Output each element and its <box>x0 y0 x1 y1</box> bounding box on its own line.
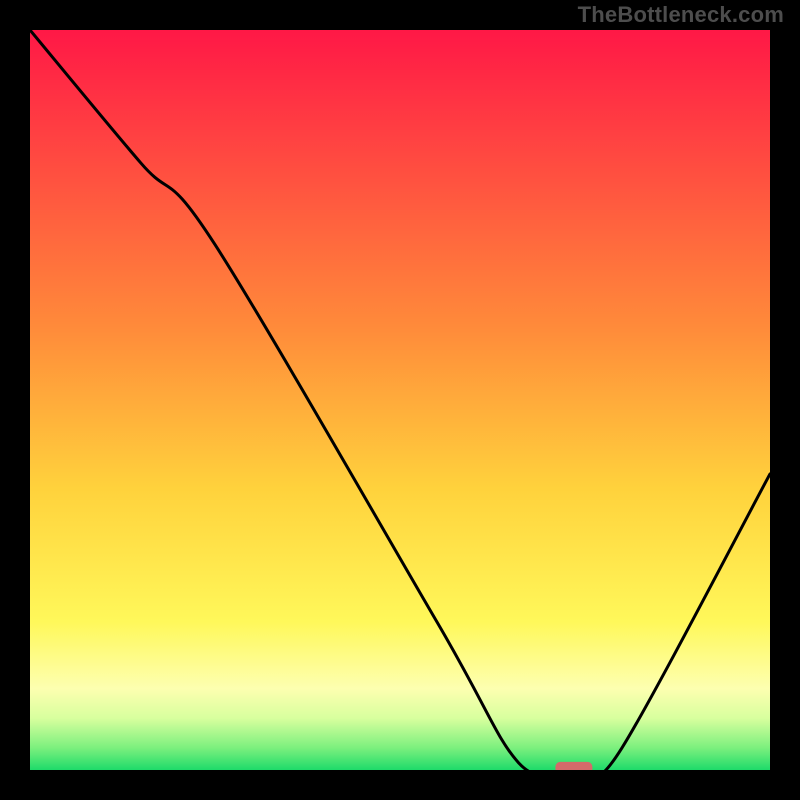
chart-frame: TheBottleneck.com <box>0 0 800 800</box>
bottleneck-plot <box>30 30 770 770</box>
heat-background <box>30 30 770 770</box>
optimal-marker <box>555 762 592 770</box>
attribution-label: TheBottleneck.com <box>578 2 784 28</box>
